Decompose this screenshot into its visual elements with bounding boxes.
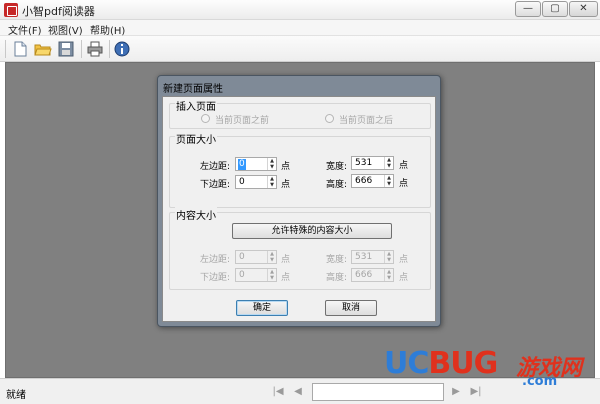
content-width-value: 531 xyxy=(355,252,373,262)
toolbar-separator xyxy=(81,40,82,58)
content-height-spinner[interactable]: 666 ▲ ▼ xyxy=(351,268,394,282)
content-left-margin-value: 0 xyxy=(239,252,245,262)
spinner-arrows[interactable]: ▲ ▼ xyxy=(267,269,276,281)
spinner-arrows[interactable]: ▲ ▼ xyxy=(384,157,393,169)
spinner-arrows[interactable]: ▲ ▼ xyxy=(267,158,276,170)
content-height-value: 666 xyxy=(355,270,373,280)
print-icon[interactable] xyxy=(86,40,106,58)
allow-special-content-size-button[interactable]: 允许特殊的内容大小 xyxy=(232,223,392,239)
unit-label: 点 xyxy=(281,273,291,283)
content-left-margin-spinner[interactable]: 0 ▲ ▼ xyxy=(235,250,277,264)
save-icon[interactable] xyxy=(57,40,77,58)
spinner-arrows[interactable]: ▲ ▼ xyxy=(384,251,393,263)
status-text: 就绪 xyxy=(6,390,26,401)
content-width-spinner[interactable]: 531 ▲ ▼ xyxy=(351,250,394,264)
minimize-button[interactable]: — xyxy=(515,1,541,17)
menu-bar: 文件(F) 视图(V) 帮助(H) xyxy=(0,20,600,37)
spinner-arrows[interactable]: ▲ ▼ xyxy=(384,269,393,281)
new-page-properties-dialog: 新建页面属性 插入页面 当前页面之前 当前页面之后 页面大小 左边距: 0 ▲ ▼… xyxy=(157,75,441,327)
bottom-margin-value: 0 xyxy=(239,177,245,187)
cancel-button[interactable]: 取消 xyxy=(325,300,377,316)
content-left-margin-label: 左边距: xyxy=(200,255,231,265)
new-document-icon[interactable] xyxy=(11,40,31,58)
ucbug-watermark: UCBUG 游戏网 .com xyxy=(384,346,594,390)
info-icon[interactable] xyxy=(113,40,133,58)
close-button[interactable]: ✕ xyxy=(569,1,598,17)
bottom-margin-spinner[interactable]: 0 ▲ ▼ xyxy=(235,175,277,189)
toolbar xyxy=(0,36,600,62)
radio-after-current[interactable] xyxy=(325,114,334,123)
unit-label: 点 xyxy=(281,180,291,190)
window-title: 小智pdf阅读器 xyxy=(22,5,95,18)
radio-before-current[interactable] xyxy=(201,114,210,123)
width-value: 531 xyxy=(355,158,373,168)
page-size-group xyxy=(169,136,431,208)
maximize-button[interactable]: ▢ xyxy=(542,1,568,17)
spinner-arrows[interactable]: ▲ ▼ xyxy=(384,175,393,187)
radio-after-current-label: 当前页面之后 xyxy=(339,116,394,126)
watermark-logo: UCBUG xyxy=(384,346,498,381)
title-bar: 小智pdf阅读器 — ▢ ✕ xyxy=(0,0,600,20)
spinner-arrows[interactable]: ▲ ▼ xyxy=(267,176,276,188)
toolbar-separator xyxy=(109,40,110,58)
bottom-margin-label: 下边距: xyxy=(200,180,231,190)
unit-label: 点 xyxy=(399,161,409,171)
radio-before-current-label: 当前页面之前 xyxy=(215,116,270,126)
content-size-label: 内容大小 xyxy=(175,207,217,222)
left-margin-label: 左边距: xyxy=(200,162,231,172)
left-margin-value: 0 xyxy=(238,159,246,170)
content-width-label: 宽度: xyxy=(326,255,348,265)
dialog-body: 插入页面 当前页面之前 当前页面之后 页面大小 左边距: 0 ▲ ▼ 点 下边距:… xyxy=(162,96,436,322)
watermark-com-text: .com xyxy=(522,374,558,389)
page-size-label: 页面大小 xyxy=(175,131,217,146)
menu-file[interactable]: 文件(F) xyxy=(8,22,42,37)
content-bottom-margin-label: 下边距: xyxy=(200,273,231,283)
unit-label: 点 xyxy=(281,255,291,265)
unit-label: 点 xyxy=(399,273,409,283)
width-label: 宽度: xyxy=(326,162,348,172)
insert-page-label: 插入页面 xyxy=(175,98,217,113)
menu-help[interactable]: 帮助(H) xyxy=(90,22,125,37)
height-value: 666 xyxy=(355,176,373,186)
unit-label: 点 xyxy=(399,255,409,265)
toolbar-separator xyxy=(5,40,6,58)
width-spinner[interactable]: 531 ▲ ▼ xyxy=(351,156,394,170)
content-bottom-margin-spinner[interactable]: 0 ▲ ▼ xyxy=(235,268,277,282)
app-icon xyxy=(4,3,18,17)
unit-label: 点 xyxy=(399,179,409,189)
content-height-label: 高度: xyxy=(326,273,348,283)
height-spinner[interactable]: 666 ▲ ▼ xyxy=(351,174,394,188)
first-page-button[interactable]: |◀ xyxy=(270,385,286,399)
menu-view[interactable]: 视图(V) xyxy=(48,22,83,37)
dialog-title: 新建页面属性 xyxy=(163,84,223,95)
spinner-arrows[interactable]: ▲ ▼ xyxy=(267,251,276,263)
ok-button[interactable]: 确定 xyxy=(236,300,288,316)
open-folder-icon[interactable] xyxy=(34,40,54,58)
left-margin-spinner[interactable]: 0 ▲ ▼ xyxy=(235,157,277,171)
content-bottom-margin-value: 0 xyxy=(239,270,245,280)
unit-label: 点 xyxy=(281,162,291,172)
previous-page-button[interactable]: ◀ xyxy=(290,385,306,399)
height-label: 高度: xyxy=(326,180,348,190)
